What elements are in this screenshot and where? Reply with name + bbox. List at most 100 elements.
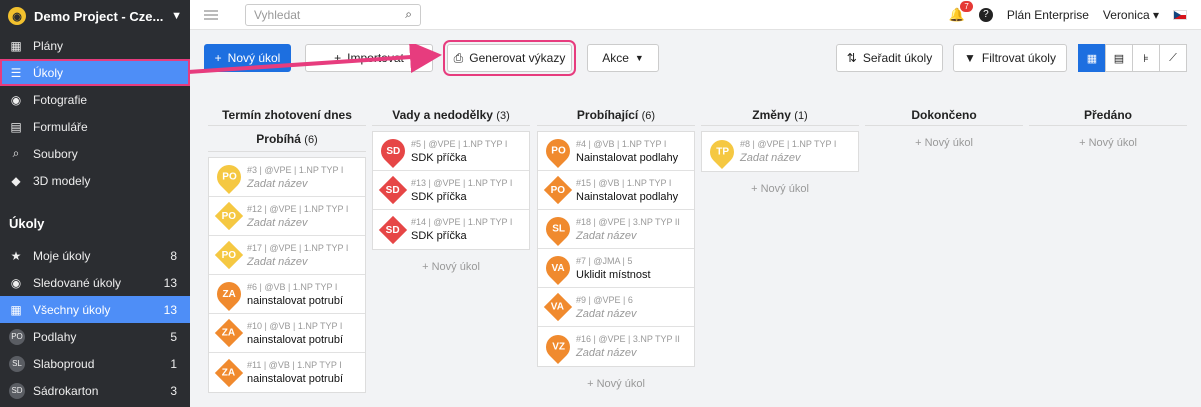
sidebar-item-1[interactable]: ☰ Úkoly [0, 59, 190, 86]
task-card[interactable]: PO #4 | @VB | 1.NP TYP I Nainstalovat podl… [538, 132, 694, 171]
plans-icon: ▦ [10, 38, 22, 53]
column-count: (6) [641, 110, 656, 122]
task-card[interactable]: PO #15 | @VB | 1.NP TYP I Nainstalovat pod… [538, 171, 694, 210]
column-title: Probíhající [576, 108, 639, 122]
tasks-nav-count: 8 [170, 248, 177, 263]
task-card[interactable]: PO #3 | @VPE | 1.NP TYP I Zadat název [209, 158, 365, 197]
generate-reports-label: Generovat výkazy [469, 51, 566, 65]
task-badge: VA [543, 292, 573, 322]
notification-badge: 7 [960, 0, 973, 12]
add-task-link[interactable]: + Nový úkol [865, 137, 1023, 149]
tasks-nav-label: Podlahy [33, 329, 77, 344]
tasks-nav-label: Sádrokarton [33, 383, 99, 398]
task-badge: PO [214, 201, 244, 231]
add-task-link[interactable]: + Nový úkol [701, 183, 859, 195]
tasks-nav-item[interactable]: SL Slaboproud 1 [0, 350, 190, 377]
task-card[interactable]: VA #9 | @VPE | 6 Zadat název [538, 288, 694, 327]
badge-label: SD [386, 224, 400, 235]
task-badge: ZA [214, 358, 244, 387]
task-title: Nainstalovat podlahy [576, 151, 679, 164]
menu-icon[interactable] [204, 9, 218, 20]
badge-label: PO [221, 249, 237, 261]
task-meta: #18 | @VPE | 3.NP TYP II [576, 216, 680, 227]
column-title: Změny [752, 108, 791, 122]
column-count: (1) [794, 110, 808, 122]
help-icon[interactable]: ? [978, 7, 993, 22]
badge-label: ZA [222, 367, 236, 378]
search-placeholder: Vyhledat [254, 7, 301, 22]
add-task-link[interactable]: + Nový úkol [372, 261, 530, 273]
task-meta: #6 | @VB | 1.NP TYP I [247, 281, 338, 292]
add-task-link[interactable]: + Nový úkol [537, 378, 695, 390]
clipboard-icon: ▤ [10, 119, 22, 134]
card-list: PO #4 | @VB | 1.NP TYP I Nainstalovat podl… [537, 131, 695, 367]
task-title: Nainstalovat podlahy [576, 190, 679, 203]
tasks-nav-item[interactable]: PO Podlahy 5 [0, 323, 190, 350]
czech-flag-icon[interactable] [1173, 9, 1187, 20]
task-card[interactable]: SL #18 | @VPE | 3.NP TYP II Zadat název [538, 210, 694, 249]
task-card[interactable]: PO #17 | @VPE | 1.NP TYP I Zadat název [209, 236, 365, 275]
badge-label: SL [551, 223, 565, 235]
task-card[interactable]: VZ #16 | @VPE | 3.NP TYP II Zadat název [538, 327, 694, 366]
tasks-nav-item[interactable]: ◉ Sledované úkoly 13 [0, 269, 190, 296]
filter-tasks-button[interactable]: ▼ Filtrovat úkoly [953, 44, 1067, 72]
task-card[interactable]: TP #8 | @VPE | 1.NP TYP I Zadat název [702, 132, 858, 171]
sidebar-item-3[interactable]: ▤ Formuláře [0, 113, 190, 140]
tasks-nav-item[interactable]: ★ Moje úkoly 8 [0, 242, 190, 269]
sidebar-item-5[interactable]: ◆ 3D modely [0, 167, 190, 194]
topbar: Vyhledat ⌕ 🔔 7 ? Plán Enterprise Veronica… [190, 0, 1201, 30]
sidebar-item-0[interactable]: ▦ Plány [0, 32, 190, 59]
generate-reports-button[interactable]: ⎙ Generovat výkazy [443, 40, 576, 76]
task-title: nainstalovat potrubí [247, 294, 344, 307]
task-title: Zadat název [247, 255, 308, 268]
task-meta: #16 | @VPE | 3.NP TYP II [576, 334, 680, 344]
board-view-icon[interactable]: ▦ [1078, 44, 1106, 72]
task-meta: #4 | @VB | 1.NP TYP I [576, 138, 667, 149]
task-title: nainstalovat potrubí [247, 373, 344, 385]
search-icon[interactable]: ⌕ [405, 7, 412, 22]
task-title: SDK příčka [411, 190, 467, 203]
project-switcher[interactable]: ◉ Demo Project - Cze... ▼ [0, 0, 190, 32]
task-title: Zadat název [247, 177, 308, 190]
sidebar-item-label: 3D modely [33, 173, 91, 188]
task-card[interactable]: SD #5 | @VPE | 1.NP TYP I SDK příčka [373, 132, 529, 171]
camera-icon: ◉ [10, 92, 22, 107]
tasks-nav-item[interactable]: SD Sádrokarton 3 [0, 377, 190, 404]
subheader-count: (6) [304, 134, 318, 146]
add-task-link[interactable]: + Nový úkol [1029, 137, 1187, 149]
task-card[interactable]: ZA #11 | @VB | 1.NP TYP I nainstalovat pot… [209, 353, 365, 392]
task-card[interactable]: SD #13 | @VPE | 1.NP TYP I SDK příčka [373, 171, 529, 210]
avatar: SD [9, 382, 25, 399]
search-input[interactable]: Vyhledat ⌕ [245, 3, 421, 26]
task-meta: #12 | @VPE | 1.NP TYP I [247, 203, 349, 214]
cube-icon: ◆ [11, 173, 21, 188]
tasks-section-title: Úkoly [9, 215, 45, 231]
task-card[interactable]: SD #14 | @VPE | 1.NP TYP I SDK příčka [373, 210, 529, 249]
task-meta: #17 | @VPE | 1.NP TYP I [247, 242, 349, 253]
task-badge: ZA [212, 277, 246, 311]
bell-icon[interactable]: 🔔 7 [949, 0, 973, 23]
plan-link[interactable]: Plán Enterprise [1007, 8, 1089, 22]
logo-icon: ◉ [8, 7, 26, 25]
actions-dropdown[interactable]: Akce ▼ [587, 44, 659, 72]
badge-label: SD [386, 184, 400, 196]
calendar-view-icon[interactable]: ▤ [1105, 44, 1133, 72]
chart-view-icon[interactable]: ⟋ [1159, 44, 1187, 72]
task-badge: TP [705, 134, 739, 169]
task-card[interactable]: PO #12 | @VPE | 1.NP TYP I Zadat název [209, 197, 365, 236]
user-menu[interactable]: Veronica ▾ [1103, 8, 1159, 22]
sort-tasks-button[interactable]: ⇅ Seřadit úkoly [836, 44, 943, 72]
tasks-nav-item[interactable]: ▦ Všechny úkoly 13 [0, 296, 190, 323]
sidebar-item-label: Fotografie [33, 92, 88, 107]
task-card[interactable]: VA #7 | @JMA | 5 Uklidit místnost [538, 249, 694, 288]
card-list: PO #3 | @VPE | 1.NP TYP I Zadat název PO #12… [208, 157, 366, 393]
filter-icon: ▼ [964, 51, 976, 65]
filter-label: Filtrovat úkoly [981, 51, 1056, 65]
badge-label: PO [221, 210, 237, 222]
board-column: Vady a nedodělky (3) SD #5 | @VPE | 1.NP T… [372, 104, 530, 273]
sidebar-item-4[interactable]: ⌕ Soubory [0, 140, 190, 167]
task-card[interactable]: ZA #6 | @VB | 1.NP TYP I nainstalovat potr… [209, 275, 365, 314]
task-card[interactable]: ZA #10 | @VB | 1.NP TYP I nainstalovat pot… [209, 314, 365, 353]
sidebar-item-2[interactable]: ◉ Fotografie [0, 86, 190, 113]
gantt-view-icon[interactable]: ⊧ [1132, 44, 1160, 72]
